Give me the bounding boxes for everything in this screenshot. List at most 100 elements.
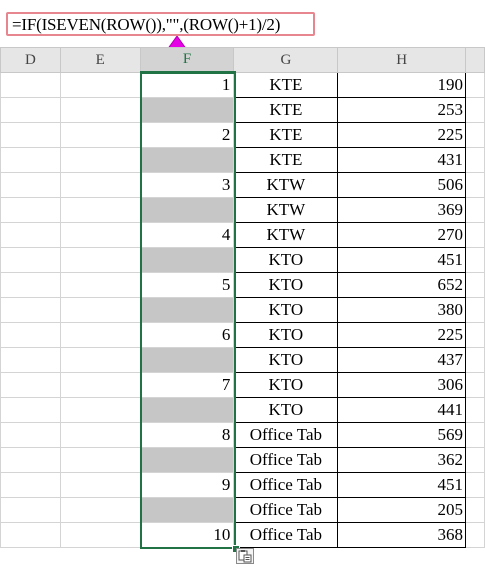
cell-e[interactable] <box>59 247 141 273</box>
cell-d[interactable] <box>0 472 61 498</box>
cell-e[interactable] <box>59 397 141 423</box>
cell-e[interactable] <box>59 197 141 223</box>
cell-d[interactable] <box>0 97 61 123</box>
cell-e[interactable] <box>59 172 141 198</box>
cell-i[interactable] <box>465 347 485 373</box>
cell-i[interactable] <box>465 147 485 173</box>
cell-h[interactable]: 451 <box>337 472 467 498</box>
cell-h[interactable]: 225 <box>337 122 467 148</box>
cell-g[interactable]: KTO <box>233 297 339 323</box>
cell-d[interactable] <box>0 347 61 373</box>
cell-d[interactable] <box>0 447 61 473</box>
cell-g[interactable]: KTE <box>233 147 339 173</box>
cell-d[interactable] <box>0 122 61 148</box>
cell-i[interactable] <box>465 122 485 148</box>
cell-e[interactable] <box>59 297 141 323</box>
cell-f[interactable] <box>139 97 235 123</box>
cell-h[interactable]: 437 <box>337 347 467 373</box>
cell-f[interactable]: 7 <box>139 372 235 398</box>
cell-e[interactable] <box>59 272 141 298</box>
cell-h[interactable]: 306 <box>337 372 467 398</box>
cell-i[interactable] <box>465 197 485 223</box>
cell-d[interactable] <box>0 147 61 173</box>
cell-g[interactable]: KTO <box>233 372 339 398</box>
cell-f[interactable] <box>139 347 235 373</box>
cell-d[interactable] <box>0 372 61 398</box>
cell-h[interactable]: 368 <box>337 522 467 548</box>
cell-d[interactable] <box>0 297 61 323</box>
cell-d[interactable] <box>0 172 61 198</box>
cell-i[interactable] <box>465 247 485 273</box>
cell-d[interactable] <box>0 497 61 523</box>
cell-i[interactable] <box>465 297 485 323</box>
cell-f[interactable]: 8 <box>139 422 235 448</box>
cell-d[interactable] <box>0 522 61 548</box>
cell-g[interactable]: KTO <box>233 272 339 298</box>
cell-i[interactable] <box>465 497 485 523</box>
cell-e[interactable] <box>59 447 141 473</box>
cell-h[interactable]: 190 <box>337 72 467 98</box>
cell-i[interactable] <box>465 372 485 398</box>
cell-h[interactable]: 380 <box>337 297 467 323</box>
cell-g[interactable]: KTO <box>233 322 339 348</box>
cell-e[interactable] <box>59 372 141 398</box>
cell-i[interactable] <box>465 72 485 98</box>
cell-f[interactable]: 4 <box>139 222 235 248</box>
column-header-i[interactable] <box>465 47 485 73</box>
column-header-g[interactable]: G <box>233 47 339 73</box>
cell-e[interactable] <box>59 522 141 548</box>
cell-h[interactable]: 362 <box>337 447 467 473</box>
cell-d[interactable] <box>0 422 61 448</box>
cell-e[interactable] <box>59 222 141 248</box>
formula-input[interactable]: =IF(ISEVEN(ROW()),"",(ROW()+1)/2) <box>6 12 315 36</box>
cell-f[interactable] <box>139 247 235 273</box>
cell-e[interactable] <box>59 97 141 123</box>
cell-f[interactable]: 6 <box>139 322 235 348</box>
cell-g[interactable]: KTE <box>233 122 339 148</box>
cell-h[interactable]: 225 <box>337 322 467 348</box>
cell-i[interactable] <box>465 322 485 348</box>
cell-e[interactable] <box>59 347 141 373</box>
cell-i[interactable] <box>465 222 485 248</box>
cell-h[interactable]: 205 <box>337 497 467 523</box>
cell-g[interactable]: Office Tab <box>233 447 339 473</box>
cell-e[interactable] <box>59 147 141 173</box>
cell-i[interactable] <box>465 397 485 423</box>
cell-g[interactable]: KTW <box>233 197 339 223</box>
cell-d[interactable] <box>0 222 61 248</box>
cell-i[interactable] <box>465 447 485 473</box>
cell-e[interactable] <box>59 322 141 348</box>
cell-f[interactable]: 1 <box>139 72 235 98</box>
cell-d[interactable] <box>0 397 61 423</box>
cell-e[interactable] <box>59 472 141 498</box>
cell-f[interactable]: 10 <box>139 522 235 548</box>
cell-h[interactable]: 451 <box>337 247 467 273</box>
cell-f[interactable] <box>139 147 235 173</box>
cell-d[interactable] <box>0 197 61 223</box>
cell-h[interactable]: 369 <box>337 197 467 223</box>
cell-g[interactable]: Office Tab <box>233 497 339 523</box>
cell-f[interactable] <box>139 447 235 473</box>
cell-d[interactable] <box>0 72 61 98</box>
cell-h[interactable]: 569 <box>337 422 467 448</box>
cell-g[interactable]: KTW <box>233 172 339 198</box>
cell-i[interactable] <box>465 472 485 498</box>
cell-h[interactable]: 652 <box>337 272 467 298</box>
cell-g[interactable]: KTO <box>233 397 339 423</box>
cell-h[interactable]: 441 <box>337 397 467 423</box>
cell-h[interactable]: 506 <box>337 172 467 198</box>
cell-f[interactable] <box>139 297 235 323</box>
cell-h[interactable]: 270 <box>337 222 467 248</box>
cell-e[interactable] <box>59 497 141 523</box>
cell-g[interactable]: KTE <box>233 97 339 123</box>
cell-e[interactable] <box>59 122 141 148</box>
cell-f[interactable]: 5 <box>139 272 235 298</box>
cell-d[interactable] <box>0 247 61 273</box>
cell-h[interactable]: 253 <box>337 97 467 123</box>
paste-options-button[interactable] <box>236 548 254 564</box>
cell-g[interactable]: KTO <box>233 247 339 273</box>
cell-f[interactable]: 9 <box>139 472 235 498</box>
cell-g[interactable]: Office Tab <box>233 522 339 548</box>
column-header-f[interactable]: F <box>139 47 235 74</box>
cell-g[interactable]: KTO <box>233 347 339 373</box>
